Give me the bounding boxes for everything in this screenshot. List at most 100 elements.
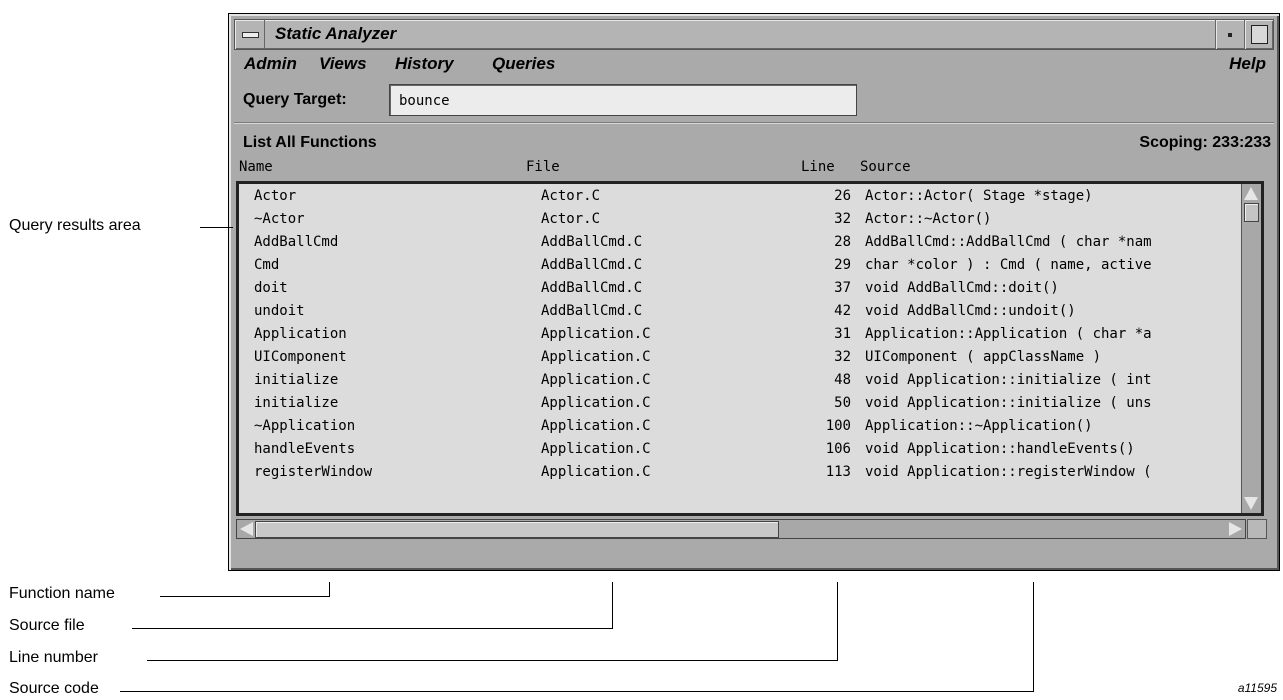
function-name-cell: UIComponent bbox=[254, 349, 347, 365]
table-row[interactable]: initialize Application.C 50 void Applicatio… bbox=[239, 393, 1232, 416]
column-header-file: File bbox=[526, 159, 560, 175]
function-name-cell: undoit bbox=[254, 303, 305, 319]
callout-line bbox=[837, 582, 838, 660]
query-target-label: Query Target: bbox=[243, 91, 347, 108]
menu-history[interactable]: History bbox=[395, 54, 454, 74]
function-name-cell: Cmd bbox=[254, 257, 280, 273]
source-cell: void AddBallCmd::undoit() bbox=[865, 303, 1076, 319]
file-cell: AddBallCmd.C bbox=[541, 303, 643, 319]
title-bar[interactable]: Static Analyzer bbox=[234, 19, 1274, 50]
callout-line bbox=[160, 596, 330, 597]
line-number-cell: 50 bbox=[834, 395, 851, 411]
function-name-cell: ~Actor bbox=[254, 211, 305, 227]
line-number-cell: 31 bbox=[834, 326, 851, 342]
table-row[interactable]: handleEvents Application.C 106 void Applica… bbox=[239, 439, 1232, 462]
file-cell: Application.C bbox=[541, 464, 651, 480]
vertical-scrollbar[interactable] bbox=[1241, 184, 1261, 513]
line-number-cell: 106 bbox=[825, 441, 851, 457]
table-row[interactable]: UIComponent Application.C 32 UIComponent ( … bbox=[239, 347, 1232, 370]
function-name-cell: ~Application bbox=[254, 418, 356, 434]
window-menu-button[interactable] bbox=[235, 20, 265, 49]
function-name-cell: Actor bbox=[254, 188, 297, 204]
column-header-line: Line bbox=[801, 159, 835, 175]
minimize-icon bbox=[1228, 33, 1232, 37]
line-number-cell: 113 bbox=[825, 464, 851, 480]
table-row[interactable]: initialize Application.C 48 void Applicatio… bbox=[239, 370, 1232, 393]
window-title: Static Analyzer bbox=[275, 24, 397, 43]
callout-results-area: Query results area bbox=[9, 217, 141, 234]
line-number-cell: 37 bbox=[834, 280, 851, 296]
file-cell: Application.C bbox=[541, 372, 651, 388]
table-row[interactable]: doit AddBallCmd.C 37 void AddBallCmd::doit(… bbox=[239, 278, 1232, 301]
function-name-cell: doit bbox=[254, 280, 288, 296]
file-cell: AddBallCmd.C bbox=[541, 280, 643, 296]
line-number-cell: 48 bbox=[834, 372, 851, 388]
function-name-cell: registerWindow bbox=[254, 464, 373, 480]
menu-help[interactable]: Help bbox=[1229, 54, 1266, 74]
callout-line-number: Line number bbox=[9, 649, 98, 666]
source-cell: UIComponent ( appClassName ) bbox=[865, 349, 1102, 365]
source-cell: void AddBallCmd::doit() bbox=[865, 280, 1059, 296]
menu-admin[interactable]: Admin bbox=[244, 54, 297, 74]
table-row[interactable]: AddBallCmd AddBallCmd.C 28 AddBallCmd::AddB… bbox=[239, 232, 1232, 255]
file-cell: Application.C bbox=[541, 349, 651, 365]
file-cell: Application.C bbox=[541, 326, 651, 342]
horizontal-scroll-thumb[interactable] bbox=[255, 521, 779, 538]
callout-line bbox=[1033, 582, 1034, 691]
source-cell: AddBallCmd::AddBallCmd ( char *nam bbox=[865, 234, 1152, 250]
callout-line bbox=[132, 628, 613, 629]
function-name-cell: handleEvents bbox=[254, 441, 356, 457]
menu-views[interactable]: Views bbox=[319, 54, 367, 74]
table-row[interactable]: registerWindow Application.C 113 void Appli… bbox=[239, 462, 1232, 485]
query-results-list[interactable]: Actor Actor.C 26 Actor::Actor( Stage *stage… bbox=[236, 181, 1264, 516]
callout-source-code: Source code bbox=[9, 680, 99, 697]
scroll-right-icon[interactable] bbox=[1229, 522, 1242, 536]
function-name-cell: AddBallCmd bbox=[254, 234, 339, 250]
source-cell: void Application::registerWindow ( bbox=[865, 464, 1152, 480]
callout-line bbox=[147, 660, 838, 661]
maximize-icon bbox=[1251, 25, 1268, 44]
function-name-cell: Application bbox=[254, 326, 347, 342]
table-row[interactable]: ~Application Application.C 100 Application:… bbox=[239, 416, 1232, 439]
window-menu-icon bbox=[242, 32, 259, 38]
table-row[interactable]: ~Actor Actor.C 32 Actor::~Actor() bbox=[239, 209, 1232, 232]
static-analyzer-window: Static Analyzer Admin Views History Quer… bbox=[228, 13, 1280, 571]
scroll-left-icon[interactable] bbox=[240, 522, 253, 536]
file-cell: Actor.C bbox=[541, 188, 601, 204]
source-cell: void Application::initialize ( int bbox=[865, 372, 1152, 388]
table-row[interactable]: undoit AddBallCmd.C 42 void AddBallCmd::und… bbox=[239, 301, 1232, 324]
scroll-up-icon[interactable] bbox=[1244, 187, 1258, 200]
line-number-cell: 32 bbox=[834, 349, 851, 365]
callout-line bbox=[120, 691, 1034, 692]
menu-bar: Admin Views History Queries Help bbox=[234, 49, 1274, 78]
table-row[interactable]: Actor Actor.C 26 Actor::Actor( Stage *stage… bbox=[239, 186, 1232, 209]
vertical-scroll-thumb[interactable] bbox=[1244, 203, 1259, 222]
function-name-cell: initialize bbox=[254, 372, 339, 388]
source-cell: Actor::Actor( Stage *stage) bbox=[865, 188, 1093, 204]
scroll-down-icon[interactable] bbox=[1244, 497, 1258, 510]
table-row[interactable]: Cmd AddBallCmd.C 29 char *color ) : Cmd ( n… bbox=[239, 255, 1232, 278]
line-number-cell: 42 bbox=[834, 303, 851, 319]
file-cell: Application.C bbox=[541, 395, 651, 411]
table-row[interactable]: Application Application.C 31 Application::A… bbox=[239, 324, 1232, 347]
query-target-input[interactable]: bounce bbox=[389, 84, 857, 116]
callout-line bbox=[329, 582, 330, 596]
line-number-cell: 29 bbox=[834, 257, 851, 273]
callout-line bbox=[612, 582, 613, 628]
scrollbar-corner bbox=[1247, 519, 1267, 539]
line-number-cell: 28 bbox=[834, 234, 851, 250]
maximize-button[interactable] bbox=[1244, 20, 1273, 49]
minimize-button[interactable] bbox=[1215, 20, 1244, 49]
file-cell: AddBallCmd.C bbox=[541, 234, 643, 250]
source-cell: char *color ) : Cmd ( name, active bbox=[865, 257, 1152, 273]
line-number-cell: 100 bbox=[825, 418, 851, 434]
function-name-cell: initialize bbox=[254, 395, 339, 411]
file-cell: Application.C bbox=[541, 418, 651, 434]
callout-source-file: Source file bbox=[9, 617, 85, 634]
file-cell: Application.C bbox=[541, 441, 651, 457]
source-cell: Application::Application ( char *a bbox=[865, 326, 1152, 342]
source-cell: void Application::handleEvents() bbox=[865, 441, 1135, 457]
figure-id: a11595 bbox=[1237, 681, 1277, 695]
horizontal-scrollbar[interactable] bbox=[236, 519, 1246, 539]
menu-queries[interactable]: Queries bbox=[492, 54, 555, 74]
